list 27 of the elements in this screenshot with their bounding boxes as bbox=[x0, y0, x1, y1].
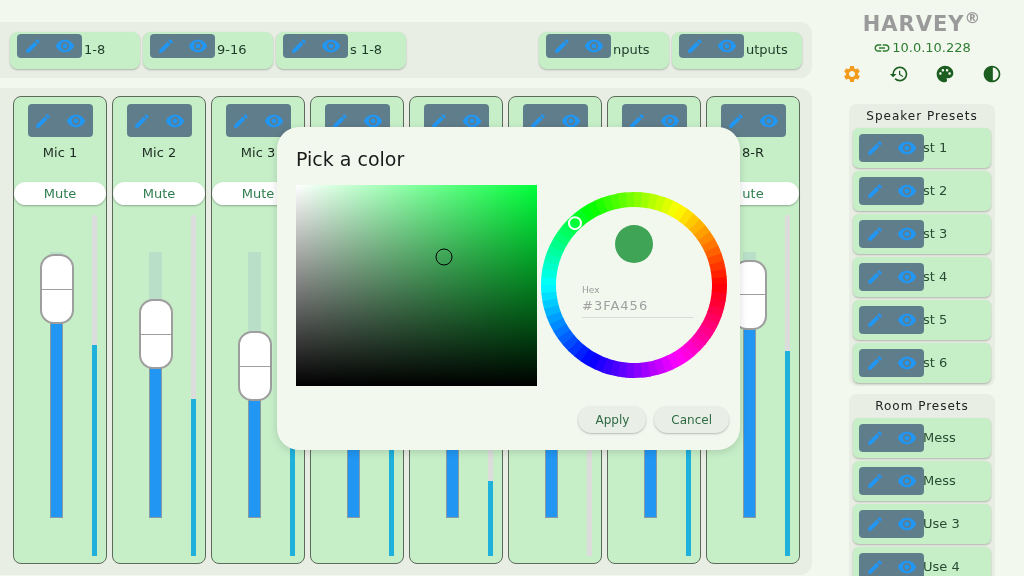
fader-thumb[interactable] bbox=[39, 254, 74, 325]
panel-title: Room Presets bbox=[874, 397, 970, 415]
saturation-value-square[interactable] bbox=[296, 185, 537, 386]
hue-handle[interactable] bbox=[567, 216, 582, 231]
fader-thumb[interactable] bbox=[237, 331, 272, 402]
edit-icon[interactable] bbox=[331, 111, 350, 130]
mute-button[interactable]: Mute bbox=[14, 182, 106, 206]
edit-icon[interactable] bbox=[529, 111, 548, 130]
dialog-title: Pick a color bbox=[296, 147, 406, 171]
palette-icon[interactable] bbox=[935, 63, 956, 84]
settings-icon[interactable] bbox=[842, 63, 862, 84]
fader-thumb[interactable] bbox=[138, 299, 173, 370]
color-swatch bbox=[615, 225, 653, 263]
channel-name: Mic 1 bbox=[41, 144, 79, 162]
logo: HARVEY$^{®}$ bbox=[862, 12, 982, 36]
hex-label: Hex bbox=[582, 285, 601, 296]
channel-name: 8-R bbox=[741, 144, 765, 162]
channel-name: Mic 3 bbox=[239, 144, 277, 162]
edit-icon[interactable] bbox=[628, 111, 647, 130]
panel-title: Speaker Presets bbox=[865, 107, 979, 125]
contrast-icon[interactable] bbox=[981, 63, 1002, 84]
dialog-button[interactable]: Cancel bbox=[654, 406, 729, 433]
ip-address: 10.0.10.228 bbox=[892, 39, 971, 57]
dialog-button[interactable]: Apply bbox=[578, 406, 647, 433]
mute-button[interactable]: Mute bbox=[113, 182, 205, 206]
channel-name: Mic 2 bbox=[140, 144, 178, 162]
edit-icon[interactable] bbox=[430, 111, 449, 130]
